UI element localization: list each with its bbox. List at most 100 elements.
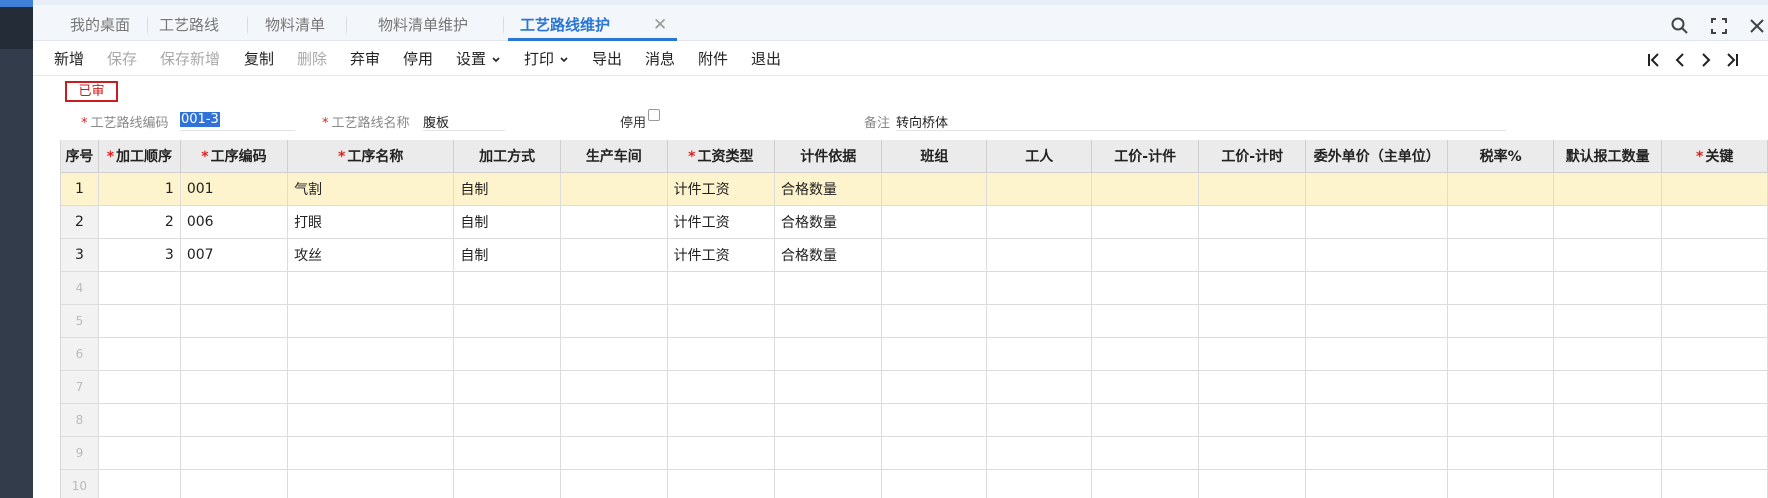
table-cell[interactable] (287, 370, 455, 404)
table-cell[interactable] (986, 469, 1093, 498)
table-cell[interactable] (1447, 238, 1554, 272)
column-header[interactable]: * 工资类型 (667, 140, 776, 173)
table-cell[interactable] (180, 304, 289, 338)
table-cell[interactable] (1305, 403, 1449, 437)
table-cell[interactable] (667, 271, 776, 305)
table-cell[interactable] (560, 271, 668, 305)
close-window-icon[interactable] (1747, 16, 1767, 36)
save-new-button[interactable]: 保存新增 (160, 49, 220, 69)
table-cell[interactable] (180, 337, 289, 371)
table-cell[interactable] (881, 370, 988, 404)
table-cell[interactable] (667, 436, 776, 470)
message-button[interactable]: 消息 (645, 49, 675, 69)
table-cell[interactable] (1447, 436, 1554, 470)
table-row[interactable]: 6 (61, 337, 1768, 371)
row-number[interactable]: 5 (61, 304, 99, 338)
column-header[interactable]: * 关键 (1661, 140, 1768, 173)
table-cell[interactable]: 1 (98, 172, 181, 206)
table-cell[interactable] (1305, 370, 1449, 404)
table-row[interactable]: 4 (61, 271, 1768, 305)
table-cell[interactable] (1661, 172, 1768, 206)
fullscreen-icon[interactable] (1709, 16, 1729, 36)
table-cell[interactable] (1091, 469, 1200, 498)
table-cell[interactable] (98, 337, 181, 371)
column-header[interactable]: * 工序名称 (287, 140, 455, 173)
table-cell[interactable] (1198, 238, 1307, 272)
table-cell[interactable] (180, 469, 289, 498)
table-cell[interactable] (1447, 370, 1554, 404)
table-cell[interactable]: 自制 (453, 205, 561, 239)
table-cell[interactable] (1091, 271, 1200, 305)
table-cell[interactable] (881, 403, 988, 437)
table-cell[interactable] (453, 469, 561, 498)
table-cell[interactable] (1091, 238, 1200, 272)
table-cell[interactable] (667, 370, 776, 404)
table-cell[interactable] (1447, 304, 1554, 338)
table-cell[interactable] (881, 271, 988, 305)
table-cell[interactable] (1305, 469, 1449, 498)
table-cell[interactable] (98, 403, 181, 437)
table-cell[interactable] (986, 172, 1093, 206)
row-number[interactable]: 10 (61, 469, 99, 498)
settings-dropdown[interactable]: 设置 (456, 49, 501, 69)
table-cell[interactable] (1198, 370, 1307, 404)
table-cell[interactable] (774, 370, 883, 404)
row-number[interactable]: 2 (61, 205, 99, 239)
table-cell[interactable] (180, 370, 289, 404)
table-cell[interactable] (1553, 337, 1663, 371)
table-cell[interactable] (774, 304, 883, 338)
table-row[interactable]: 10 (61, 469, 1768, 498)
table-cell[interactable] (1198, 205, 1307, 239)
table-cell[interactable]: 3 (98, 238, 181, 272)
table-cell[interactable] (1661, 205, 1768, 239)
column-header[interactable]: 班组 (881, 140, 988, 173)
row-number[interactable]: 3 (61, 238, 99, 272)
table-cell[interactable]: 合格数量 (774, 205, 883, 239)
table-row[interactable]: 2 2 006 打眼 自制 计件工资 合格数量 (61, 205, 1768, 239)
tab-process-route-maintenance[interactable]: 工艺路线维护 (520, 14, 610, 36)
table-cell[interactable] (986, 304, 1093, 338)
table-cell[interactable] (1091, 172, 1200, 206)
delete-button[interactable]: 删除 (297, 49, 327, 69)
column-header[interactable]: 工人 (986, 140, 1093, 173)
table-cell[interactable]: 攻丝 (287, 238, 455, 272)
table-cell[interactable] (1553, 436, 1663, 470)
tab-process-route[interactable]: 工艺路线 (159, 14, 219, 36)
table-cell[interactable] (453, 436, 561, 470)
table-cell[interactable] (1661, 370, 1768, 404)
table-cell[interactable] (1661, 436, 1768, 470)
table-cell[interactable]: 2 (98, 205, 181, 239)
table-cell[interactable]: 气割 (287, 172, 455, 206)
table-cell[interactable] (1553, 403, 1663, 437)
table-row[interactable]: 1 1 001 气割 自制 计件工资 合格数量 (61, 172, 1768, 206)
table-cell[interactable]: 自制 (453, 172, 561, 206)
table-cell[interactable] (1091, 403, 1200, 437)
table-cell[interactable] (453, 403, 561, 437)
route-code-field[interactable]: 001-3 (180, 112, 220, 127)
table-cell[interactable] (774, 403, 883, 437)
table-cell[interactable] (1447, 469, 1554, 498)
table-cell[interactable] (881, 436, 988, 470)
table-cell[interactable] (98, 436, 181, 470)
table-cell[interactable] (1553, 469, 1663, 498)
row-number[interactable]: 4 (61, 271, 99, 305)
table-cell[interactable]: 打眼 (287, 205, 455, 239)
table-cell[interactable] (774, 271, 883, 305)
table-cell[interactable] (1305, 238, 1449, 272)
previous-record-icon[interactable] (1670, 50, 1690, 70)
table-cell[interactable] (1091, 304, 1200, 338)
table-cell[interactable]: 006 (180, 205, 289, 239)
table-row[interactable]: 8 (61, 403, 1768, 437)
disable-button[interactable]: 停用 (403, 49, 433, 69)
copy-button[interactable]: 复制 (244, 49, 274, 69)
table-cell[interactable] (1553, 238, 1663, 272)
column-header[interactable]: 税率% (1447, 140, 1554, 173)
table-cell[interactable] (986, 271, 1093, 305)
table-cell[interactable] (1447, 271, 1554, 305)
table-cell[interactable] (1447, 205, 1554, 239)
table-cell[interactable] (560, 205, 668, 239)
table-cell[interactable] (1091, 436, 1200, 470)
table-cell[interactable] (1198, 271, 1307, 305)
row-number[interactable]: 1 (61, 172, 99, 206)
table-cell[interactable] (287, 304, 455, 338)
